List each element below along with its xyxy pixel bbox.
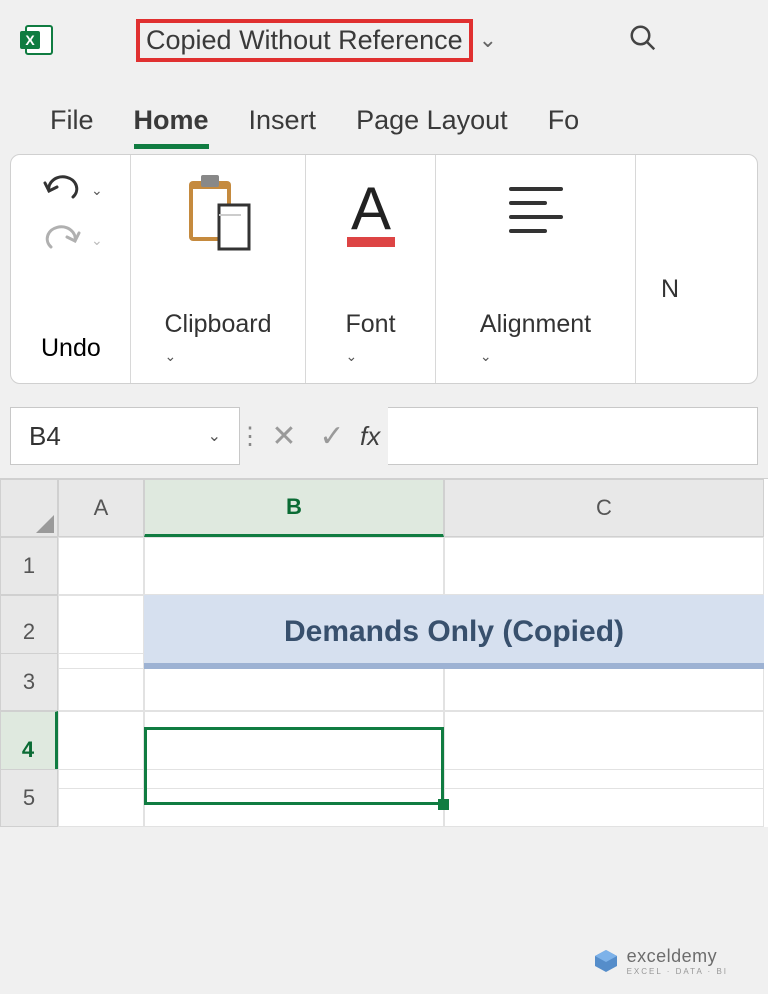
- cell[interactable]: [144, 769, 444, 827]
- chevron-down-icon: ⌄: [91, 232, 103, 249]
- chevron-down-icon: ⌄: [164, 348, 176, 364]
- title-bar: X Copied Without Reference ⌄: [0, 0, 768, 80]
- name-box-value: B4: [29, 421, 61, 452]
- chevron-down-icon: ⌄: [480, 348, 492, 364]
- ribbon: ⌄ ⌄ Undo Clipboard⌄ A Font⌄ Alignment⌄: [10, 154, 758, 384]
- clipboard-icon[interactable]: [179, 171, 257, 264]
- alignment-label[interactable]: Alignment⌄: [480, 310, 591, 368]
- fx-label[interactable]: fx: [360, 421, 380, 452]
- svg-text:X: X: [25, 32, 35, 48]
- tab-home[interactable]: Home: [134, 105, 209, 149]
- worksheet: A B C 1 2 Demands Only (Copied) 3 4 5: [0, 478, 768, 827]
- clipboard-group: Clipboard⌄: [131, 155, 306, 383]
- font-icon[interactable]: A: [339, 171, 403, 264]
- font-label[interactable]: Font⌄: [345, 310, 395, 368]
- row-header-1[interactable]: 1: [0, 537, 58, 595]
- number-group: N: [636, 155, 716, 383]
- tab-file[interactable]: File: [50, 105, 94, 149]
- redo-button[interactable]: ⌄: [41, 223, 103, 257]
- svg-text:A: A: [350, 175, 390, 242]
- cell-merged-title[interactable]: Demands Only (Copied): [144, 595, 764, 669]
- undo-button[interactable]: ⌄: [41, 173, 103, 207]
- row-header-5[interactable]: 5: [0, 769, 58, 827]
- watermark-text: exceldemy: [627, 946, 728, 967]
- formula-bar-area: B4 ⌄ ⋮ ✕ ✓ fx: [0, 384, 768, 472]
- col-header-a[interactable]: A: [58, 479, 144, 537]
- document-title[interactable]: Copied Without Reference: [146, 25, 463, 56]
- cell[interactable]: [58, 537, 144, 595]
- number-label[interactable]: N: [661, 275, 679, 304]
- cell[interactable]: [444, 769, 764, 827]
- watermark: exceldemy EXCEL · DATA · BI: [593, 946, 728, 976]
- ribbon-tabs: File Home Insert Page Layout Fo: [0, 80, 768, 149]
- alignment-icon[interactable]: [501, 171, 571, 264]
- tab-formulas[interactable]: Fo: [548, 105, 580, 149]
- cell[interactable]: [58, 769, 144, 827]
- title-chevron-icon[interactable]: ⌄: [479, 27, 497, 53]
- watermark-subtext: EXCEL · DATA · BI: [627, 967, 728, 976]
- alignment-group: Alignment⌄: [436, 155, 636, 383]
- excel-logo-icon: X: [20, 22, 56, 58]
- formula-input[interactable]: [388, 407, 758, 465]
- document-title-highlight: Copied Without Reference: [136, 19, 473, 62]
- chevron-down-icon: ⌄: [91, 182, 103, 199]
- chevron-down-icon[interactable]: ⌄: [208, 426, 221, 446]
- undo-group-label: Undo: [41, 334, 101, 363]
- font-group: A Font⌄: [306, 155, 436, 383]
- col-header-c[interactable]: C: [444, 479, 764, 537]
- formula-bar-separator: ⋮: [240, 422, 260, 451]
- name-box[interactable]: B4 ⌄: [10, 407, 240, 465]
- cell[interactable]: [58, 653, 144, 711]
- cell[interactable]: [444, 537, 764, 595]
- tab-insert[interactable]: Insert: [249, 105, 317, 149]
- enter-formula-icon: ✓: [308, 419, 356, 454]
- cell[interactable]: [144, 537, 444, 595]
- watermark-icon: [593, 948, 619, 974]
- search-icon[interactable]: [628, 23, 658, 58]
- cancel-formula-icon: ✕: [260, 419, 308, 454]
- select-all-corner[interactable]: [0, 479, 58, 537]
- fill-handle[interactable]: [438, 799, 449, 810]
- col-header-b[interactable]: B: [144, 479, 444, 537]
- undo-group: ⌄ ⌄ Undo: [11, 155, 131, 383]
- row-header-3[interactable]: 3: [0, 653, 58, 711]
- tab-page-layout[interactable]: Page Layout: [356, 105, 508, 149]
- chevron-down-icon: ⌄: [345, 348, 357, 364]
- clipboard-label[interactable]: Clipboard⌄: [164, 310, 271, 368]
